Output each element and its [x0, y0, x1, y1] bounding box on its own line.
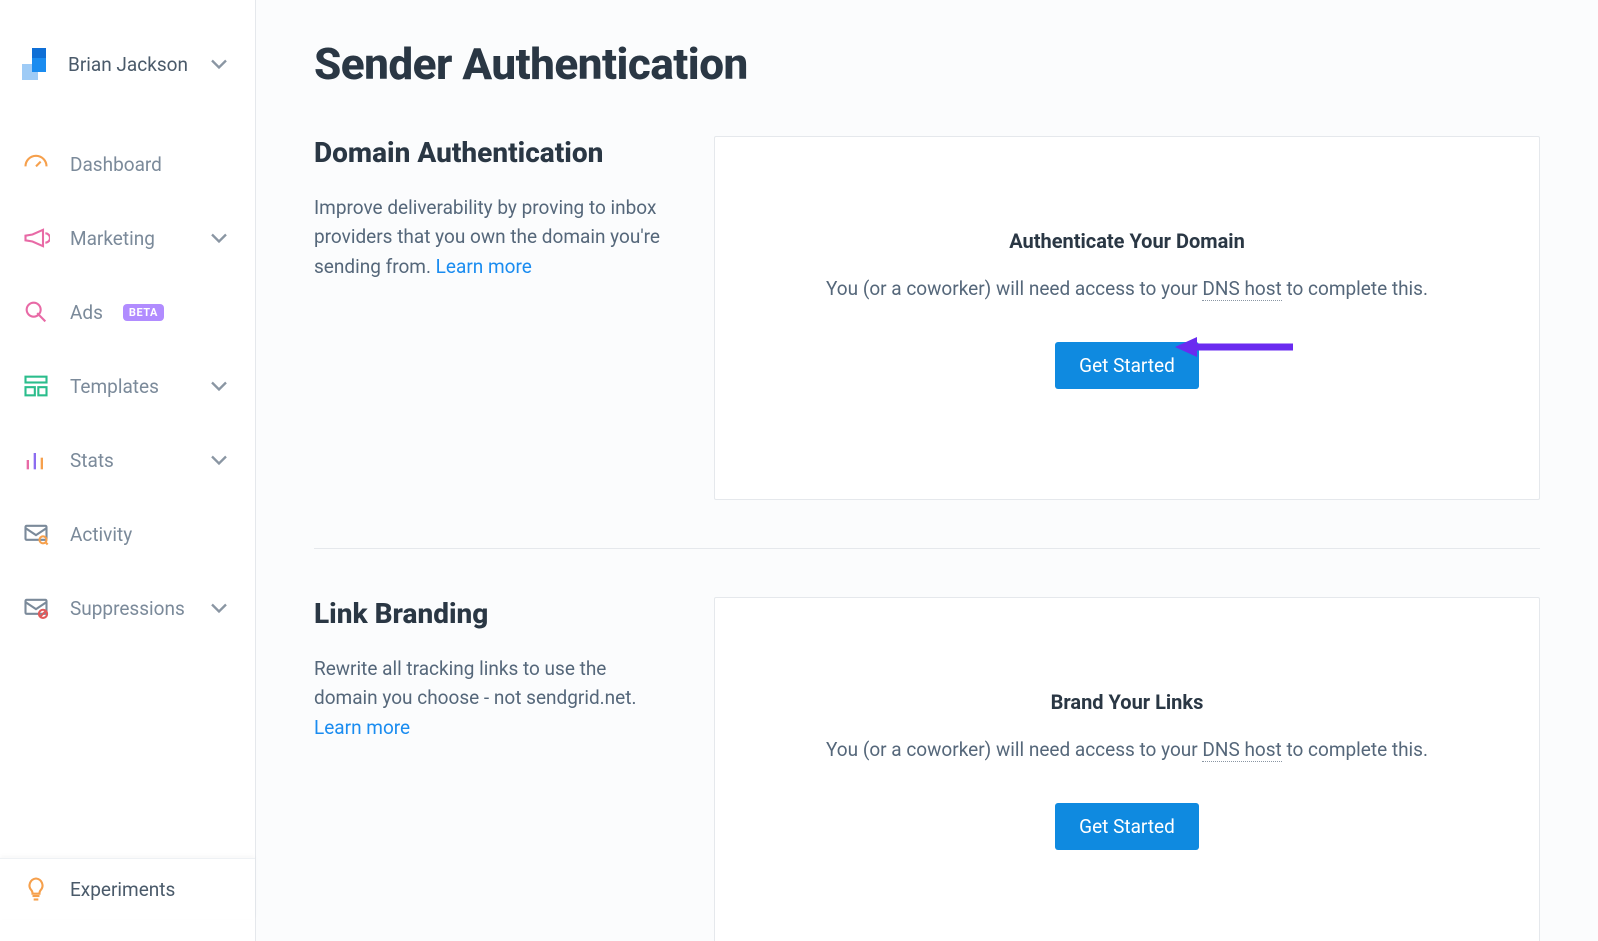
megaphone-icon [22, 224, 50, 252]
avatar [22, 48, 54, 80]
sidebar-item-dashboard[interactable]: Dashboard [22, 150, 233, 178]
chevron-down-icon [205, 446, 233, 474]
get-started-button[interactable]: Get Started [1055, 803, 1199, 850]
sidebar-item-activity[interactable]: Activity [22, 520, 233, 548]
sidebar-item-ads[interactable]: Ads BETA [22, 298, 233, 326]
sidebar-item-experiments[interactable]: Experiments [0, 858, 255, 919]
mail-block-icon [22, 594, 50, 622]
section-divider [314, 548, 1540, 549]
card-title: Authenticate Your Domain [745, 229, 1509, 253]
layout-icon [22, 372, 50, 400]
dns-host-term: DNS host [1202, 738, 1281, 762]
chevron-down-icon [205, 372, 233, 400]
sidebar-item-templates[interactable]: Templates [22, 372, 233, 400]
cursor-click-icon [22, 298, 50, 326]
card-body: You (or a coworker) will need access to … [745, 738, 1509, 761]
sidebar-item-label: Templates [70, 375, 159, 398]
section-body: Improve deliverability by proving to inb… [314, 193, 674, 281]
section-heading: Domain Authentication [314, 136, 674, 169]
section-link-branding: Link Branding Rewrite all tracking links… [314, 597, 1540, 941]
chevron-down-icon [205, 224, 233, 252]
section-domain-auth: Domain Authentication Improve deliverabi… [314, 136, 1540, 500]
chevron-down-icon [205, 50, 233, 78]
beta-badge: BETA [123, 304, 164, 321]
get-started-button[interactable]: Get Started [1055, 342, 1199, 389]
section-heading: Link Branding [314, 597, 674, 630]
page-title: Sender Authentication [314, 38, 1540, 90]
mail-search-icon [22, 520, 50, 548]
sidebar-item-label: Suppressions [70, 597, 185, 620]
card-title: Brand Your Links [745, 690, 1509, 714]
user-name: Brian Jackson [68, 53, 188, 76]
card-domain-auth: Authenticate Your Domain You (or a cowor… [714, 136, 1540, 500]
dns-host-term: DNS host [1202, 277, 1281, 301]
sidebar: Brian Jackson Dashboard Marketing [0, 0, 256, 941]
card-body: You (or a coworker) will need access to … [745, 277, 1509, 300]
sidebar-item-label: Activity [70, 523, 132, 546]
sidebar-item-label: Marketing [70, 227, 155, 250]
lightbulb-icon [22, 875, 50, 903]
sidebar-item-suppressions[interactable]: Suppressions [22, 594, 233, 622]
bar-chart-icon [22, 446, 50, 474]
main-content: Sender Authentication Domain Authenticat… [256, 0, 1598, 941]
nav: Dashboard Marketing Ads BETA T [0, 150, 255, 622]
sidebar-item-marketing[interactable]: Marketing [22, 224, 233, 252]
account-switcher[interactable]: Brian Jackson [0, 0, 255, 100]
card-link-branding: Brand Your Links You (or a coworker) wil… [714, 597, 1540, 941]
learn-more-link[interactable]: Learn more [436, 255, 532, 278]
sidebar-item-label: Dashboard [70, 153, 162, 176]
sidebar-item-label: Ads [70, 301, 103, 324]
sidebar-item-label: Experiments [70, 878, 175, 901]
section-body: Rewrite all tracking links to use the do… [314, 654, 674, 742]
sidebar-item-stats[interactable]: Stats [22, 446, 233, 474]
gauge-icon [22, 150, 50, 178]
chevron-down-icon [205, 594, 233, 622]
sidebar-item-label: Stats [70, 449, 114, 472]
learn-more-link[interactable]: Learn more [314, 716, 410, 739]
